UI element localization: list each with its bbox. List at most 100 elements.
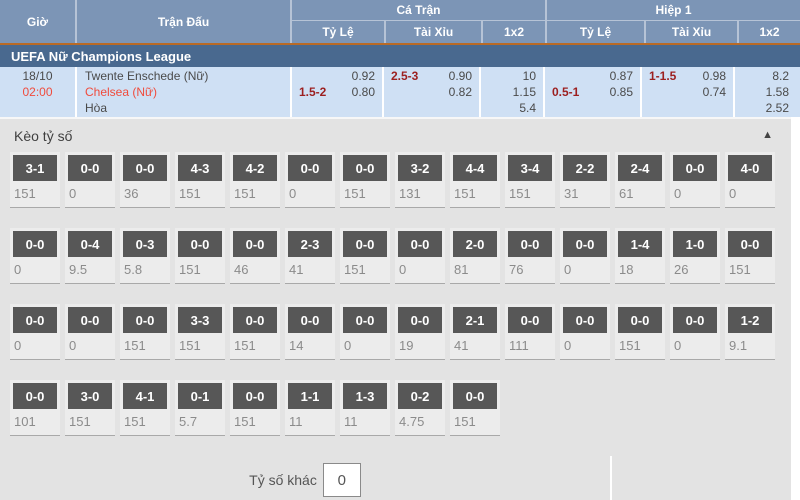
score-odds-value: 41 xyxy=(450,333,500,353)
half-over-odds[interactable]: 0.98 xyxy=(703,68,726,84)
score-odds-cell[interactable]: 2-231 xyxy=(560,152,610,208)
score-odds-value: 0 xyxy=(285,181,335,201)
score-odds-cell[interactable]: 2-461 xyxy=(615,152,665,208)
half-overunder-odds-cell[interactable]: 1-1.50.98 0.74 xyxy=(640,67,733,117)
score-odds-value: 151 xyxy=(615,333,665,353)
score-odds-cell[interactable]: 0-036 xyxy=(120,152,170,208)
score-odds-value: 14 xyxy=(285,333,335,353)
score-odds-cell[interactable]: 0-0111 xyxy=(505,304,555,360)
full-1x2-away-odds[interactable]: 1.15 xyxy=(513,84,536,100)
half-handicap-away-odds[interactable]: 0.85 xyxy=(610,84,633,100)
half-1x2-draw-odds[interactable]: 2.52 xyxy=(766,100,789,116)
score-chip: 0-0 xyxy=(618,307,662,333)
score-odds-cell[interactable]: 0-0151 xyxy=(175,228,225,284)
score-odds-cell[interactable]: 2-141 xyxy=(450,304,500,360)
full-1x2-home-odds[interactable]: 10 xyxy=(523,68,536,84)
column-header-full-overunder: Tài Xỉu xyxy=(384,21,481,43)
column-group-first-half: Hiệp 1 Tỷ Lệ Tài Xỉu 1x2 xyxy=(545,0,800,43)
half-1x2-odds-cell[interactable]: 8.2 1.58 2.52 xyxy=(733,67,796,117)
score-odds-cell[interactable]: 0-00 xyxy=(340,304,390,360)
score-odds-cell[interactable]: 4-4151 xyxy=(450,152,500,208)
score-odds-cell[interactable]: 4-1151 xyxy=(120,380,170,436)
score-chip: 0-0 xyxy=(563,307,607,333)
score-odds-cell[interactable]: 0-15.7 xyxy=(175,380,225,436)
score-odds-cell[interactable]: 0-00 xyxy=(285,152,335,208)
half-handicap-odds-cell[interactable]: 0.87 0.5-10.85 xyxy=(543,67,640,117)
score-chip: 0-0 xyxy=(508,307,552,333)
score-odds-cell[interactable]: 0-49.5 xyxy=(65,228,115,284)
score-odds-cell[interactable]: 0-0151 xyxy=(230,380,280,436)
score-odds-value: 9.5 xyxy=(65,257,115,277)
score-odds-cell[interactable]: 0-0151 xyxy=(725,228,775,284)
score-odds-cell[interactable]: 0-0101 xyxy=(10,380,60,436)
score-odds-cell[interactable]: 4-3151 xyxy=(175,152,225,208)
score-chip: 2-1 xyxy=(453,307,497,333)
score-odds-cell[interactable]: 3-2131 xyxy=(395,152,445,208)
score-odds-value: 0 xyxy=(10,333,60,353)
half-1x2-home-odds[interactable]: 8.2 xyxy=(772,68,789,84)
score-chip: 1-4 xyxy=(618,231,662,257)
score-odds-cell[interactable]: 3-0151 xyxy=(65,380,115,436)
column-header-half-overunder: Tài Xỉu xyxy=(644,21,737,43)
score-odds-cell[interactable]: 3-3151 xyxy=(175,304,225,360)
score-odds-value: 26 xyxy=(670,257,720,277)
collapse-triangle-icon[interactable]: ▲ xyxy=(762,129,773,141)
column-header-full-1x2: 1x2 xyxy=(481,21,545,43)
score-odds-value: 151 xyxy=(175,257,225,277)
score-odds-cell[interactable]: 0-00 xyxy=(10,228,60,284)
score-odds-cell[interactable]: 2-081 xyxy=(450,228,500,284)
score-odds-value: 151 xyxy=(725,257,775,277)
score-odds-cell[interactable]: 0-24.75 xyxy=(395,380,445,436)
score-odds-cell[interactable]: 0-35.8 xyxy=(120,228,170,284)
score-chip: 3-4 xyxy=(508,155,552,181)
score-odds-cell[interactable]: 0-0151 xyxy=(230,304,280,360)
half-1x2-away-odds[interactable]: 1.58 xyxy=(766,84,789,100)
score-odds-cell[interactable]: 0-0151 xyxy=(120,304,170,360)
score-odds-cell[interactable]: 0-00 xyxy=(395,228,445,284)
score-odds-cell[interactable]: 0-046 xyxy=(230,228,280,284)
full-1x2-draw-odds[interactable]: 5.4 xyxy=(519,100,536,116)
score-odds-cell[interactable]: 0-0151 xyxy=(450,380,500,436)
other-score-value-box[interactable]: 0 xyxy=(323,463,361,497)
score-odds-cell[interactable]: 4-2151 xyxy=(230,152,280,208)
score-odds-cell[interactable]: 0-0151 xyxy=(340,228,390,284)
score-odds-cell[interactable]: 1-111 xyxy=(285,380,335,436)
score-odds-cell[interactable]: 0-00 xyxy=(65,152,115,208)
score-odds-cell[interactable]: 1-418 xyxy=(615,228,665,284)
score-chip: 0-0 xyxy=(288,307,332,333)
full-handicap-home-odds[interactable]: 0.92 xyxy=(352,68,375,84)
column-header-time: Giờ xyxy=(0,0,75,43)
score-odds-cell[interactable]: 0-014 xyxy=(285,304,335,360)
column-group-full-match: Cá Trận Tỷ Lệ Tài Xỉu 1x2 xyxy=(290,0,545,43)
score-row: 0-01013-01514-11510-15.70-01511-1111-311… xyxy=(10,380,791,436)
away-team-name: Chelsea (Nữ) xyxy=(85,84,290,100)
full-handicap-odds-cell[interactable]: 0.92 1.5-20.80 xyxy=(290,67,382,117)
score-odds-cell[interactable]: 0-019 xyxy=(395,304,445,360)
score-odds-cell[interactable]: 0-00 xyxy=(560,228,610,284)
full-handicap-away-odds[interactable]: 0.80 xyxy=(352,84,375,100)
correct-score-panel-header[interactable]: Kèo tỷ số ▲ xyxy=(0,119,791,152)
full-1x2-odds-cell[interactable]: 10 1.15 5.4 xyxy=(479,67,543,117)
score-odds-cell[interactable]: 0-076 xyxy=(505,228,555,284)
score-odds-cell[interactable]: 0-00 xyxy=(560,304,610,360)
half-under-odds[interactable]: 0.74 xyxy=(703,84,726,100)
score-odds-cell[interactable]: 0-00 xyxy=(670,152,720,208)
full-under-odds[interactable]: 0.82 xyxy=(449,84,472,100)
score-odds-cell[interactable]: 0-0151 xyxy=(615,304,665,360)
score-odds-cell[interactable]: 1-311 xyxy=(340,380,390,436)
score-odds-cell[interactable]: 0-0151 xyxy=(340,152,390,208)
half-handicap-home-odds[interactable]: 0.87 xyxy=(610,68,633,84)
score-odds-cell[interactable]: 0-00 xyxy=(10,304,60,360)
score-odds-cell[interactable]: 2-341 xyxy=(285,228,335,284)
score-odds-cell[interactable]: 0-00 xyxy=(65,304,115,360)
score-odds-cell[interactable]: 4-00 xyxy=(725,152,775,208)
full-over-odds[interactable]: 0.90 xyxy=(449,68,472,84)
score-chip: 0-0 xyxy=(673,307,717,333)
score-odds-cell[interactable]: 3-4151 xyxy=(505,152,555,208)
score-odds-cell[interactable]: 1-29.1 xyxy=(725,304,775,360)
score-row: 3-11510-000-0364-31514-21510-000-01513-2… xyxy=(10,152,791,208)
score-odds-cell[interactable]: 3-1151 xyxy=(10,152,60,208)
score-odds-cell[interactable]: 1-026 xyxy=(670,228,720,284)
score-odds-cell[interactable]: 0-00 xyxy=(670,304,720,360)
full-overunder-odds-cell[interactable]: 2.5-30.90 0.82 xyxy=(382,67,479,117)
